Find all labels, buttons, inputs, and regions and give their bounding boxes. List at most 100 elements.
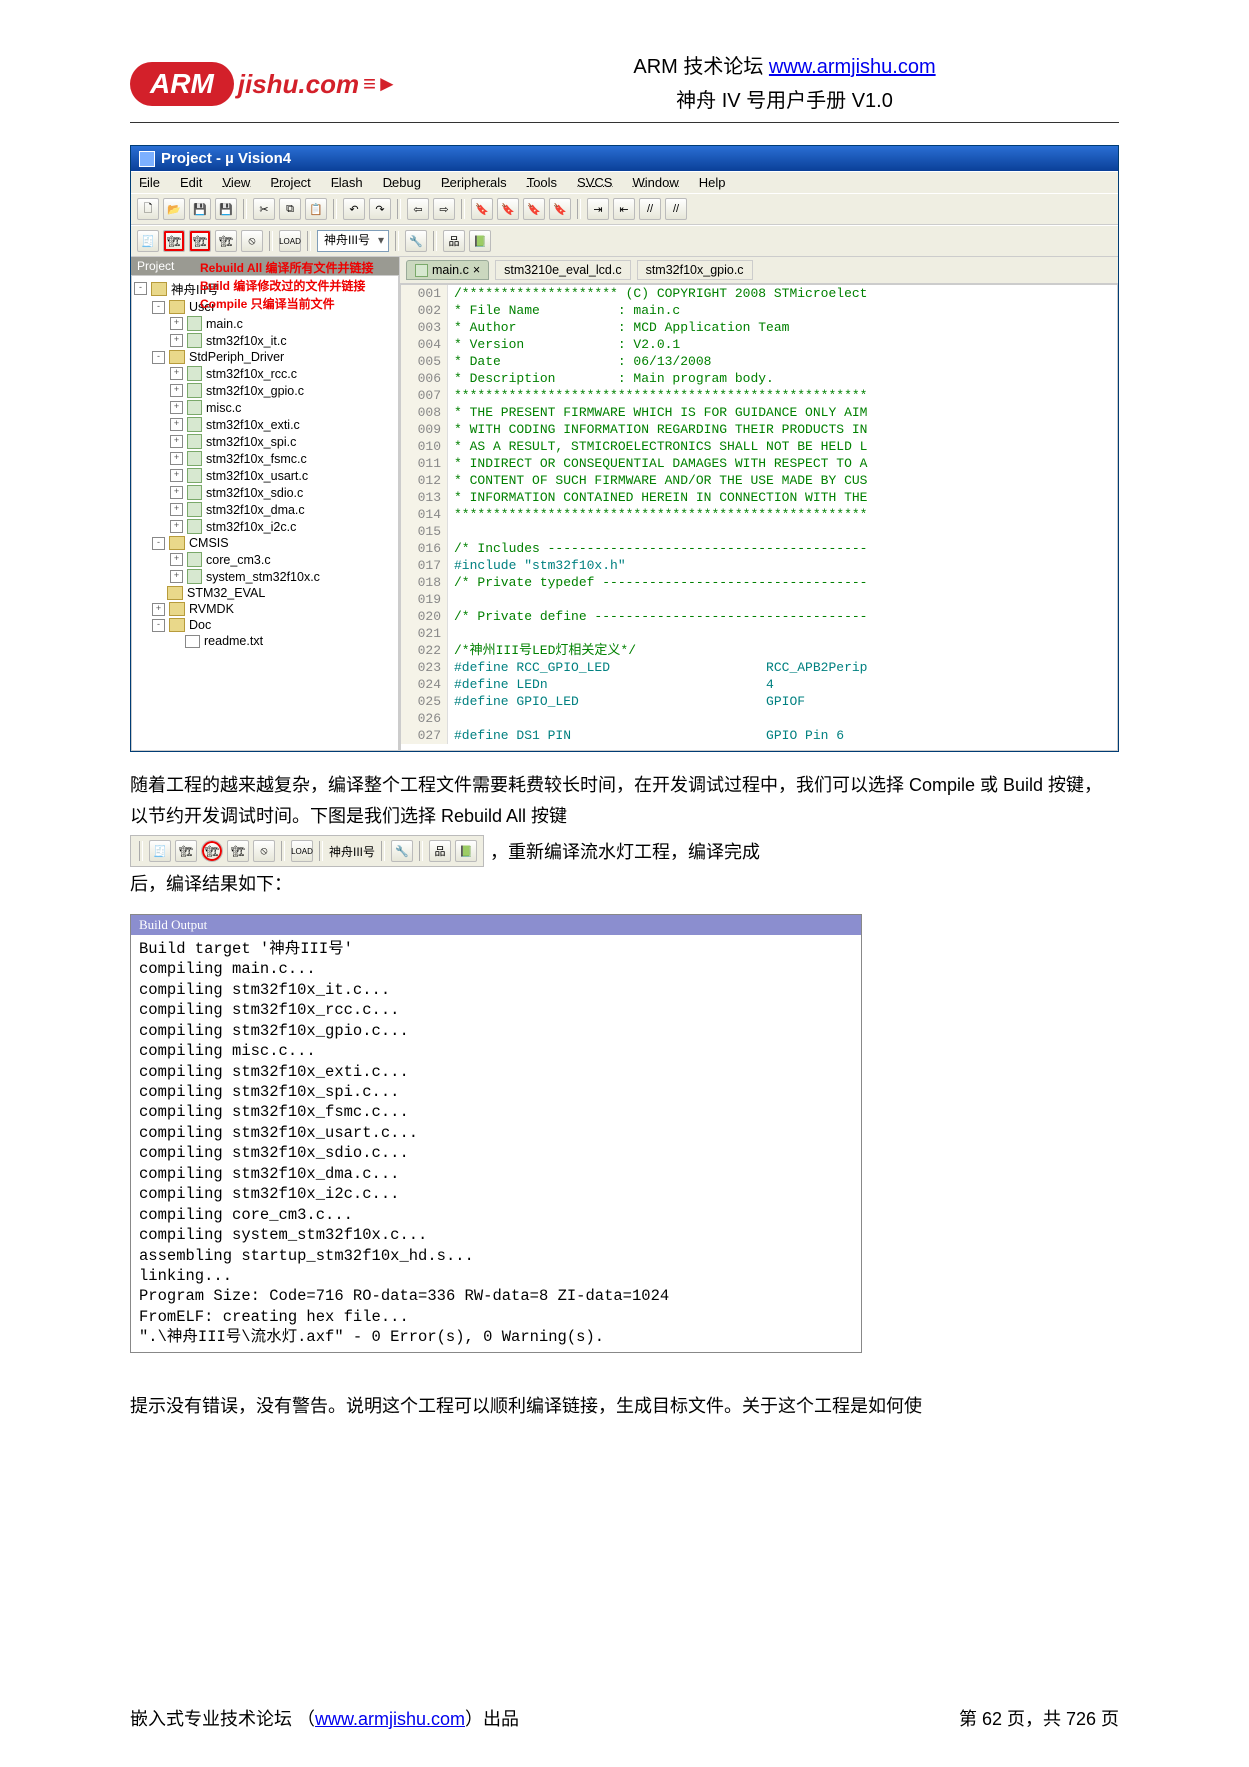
rebuild-all-button[interactable]: 🏗 bbox=[189, 230, 211, 252]
tree-node[interactable]: +stm32f10x_gpio.c bbox=[134, 382, 398, 399]
menu-peripherals[interactable]: Peripherals bbox=[441, 175, 507, 190]
editor-line[interactable]: 017#include "stm32f10x.h" bbox=[401, 557, 1117, 574]
uncomment-icon[interactable]: // bbox=[665, 198, 687, 220]
redo-icon[interactable]: ↷ bbox=[369, 198, 391, 220]
tree-node[interactable]: +stm32f10x_sdio.c bbox=[134, 484, 398, 501]
bookmark-next-icon[interactable]: 🔖 bbox=[497, 198, 519, 220]
expand-icon[interactable]: + bbox=[170, 317, 183, 330]
expand-icon[interactable]: + bbox=[170, 486, 183, 499]
rebuild-all-button[interactable]: 🏗 bbox=[201, 840, 223, 862]
tree-node[interactable]: readme.txt bbox=[134, 633, 398, 649]
comment-icon[interactable]: // bbox=[639, 198, 661, 220]
tree-node[interactable]: +core_cm3.c bbox=[134, 551, 398, 568]
footer-link[interactable]: www.armjishu.com bbox=[315, 1709, 465, 1729]
tree-node[interactable]: +main.c bbox=[134, 315, 398, 332]
editor-line[interactable]: 016/* Includes -------------------------… bbox=[401, 540, 1117, 557]
expand-icon[interactable]: - bbox=[152, 619, 165, 632]
tree-node[interactable]: +stm32f10x_it.c bbox=[134, 332, 398, 349]
tree-node[interactable]: +stm32f10x_rcc.c bbox=[134, 365, 398, 382]
manage-books-icon[interactable]: 📗 bbox=[469, 230, 491, 252]
tree-node[interactable]: +RVMDK bbox=[134, 601, 398, 617]
target-combo[interactable]: 神舟III号 bbox=[329, 843, 375, 860]
expand-icon[interactable]: + bbox=[170, 401, 183, 414]
build-button[interactable]: 🏗 bbox=[163, 230, 185, 252]
expand-icon[interactable]: + bbox=[170, 553, 183, 566]
tree-node[interactable]: +stm32f10x_dma.c bbox=[134, 501, 398, 518]
expand-icon[interactable]: + bbox=[170, 334, 183, 347]
close-icon[interactable]: × bbox=[473, 263, 480, 277]
code-editor[interactable]: 001/******************** (C) COPYRIGHT 2… bbox=[400, 284, 1118, 751]
editor-line[interactable]: 019 bbox=[401, 591, 1117, 608]
menu-edit[interactable]: Edit bbox=[180, 175, 202, 190]
expand-icon[interactable]: + bbox=[170, 435, 183, 448]
expand-icon[interactable]: + bbox=[170, 503, 183, 516]
outdent-icon[interactable]: ⇤ bbox=[613, 198, 635, 220]
stop-build-button[interactable]: ⦸ bbox=[253, 840, 275, 862]
tree-node[interactable]: +stm32f10x_exti.c bbox=[134, 416, 398, 433]
editor-line[interactable]: 021 bbox=[401, 625, 1117, 642]
batch-build-button[interactable]: 🏗 bbox=[227, 840, 249, 862]
editor-line[interactable]: 006* Description : Main program body. bbox=[401, 370, 1117, 387]
menu-tools[interactable]: Tools bbox=[527, 175, 557, 190]
save-all-icon[interactable]: 💾 bbox=[215, 198, 237, 220]
expand-icon[interactable]: + bbox=[170, 469, 183, 482]
manage-books-icon[interactable]: 📗 bbox=[455, 840, 477, 862]
options-icon[interactable]: 🔧 bbox=[391, 840, 413, 862]
indent-icon[interactable]: ⇥ bbox=[587, 198, 609, 220]
project-tree[interactable]: -神舟III号-User+main.c+stm32f10x_it.c-StdPe… bbox=[131, 275, 399, 751]
editor-line[interactable]: 004* Version : V2.0.1 bbox=[401, 336, 1117, 353]
compile-button[interactable]: 🧾 bbox=[137, 230, 159, 252]
open-icon[interactable]: 📂 bbox=[163, 198, 185, 220]
menu-help[interactable]: Help bbox=[699, 175, 726, 190]
editor-line[interactable]: 027#define DS1 PIN GPIO Pin 6 bbox=[401, 727, 1117, 744]
bookmark-prev-icon[interactable]: 🔖 bbox=[523, 198, 545, 220]
editor-line[interactable]: 020/* Private define -------------------… bbox=[401, 608, 1117, 625]
menu-window[interactable]: Window bbox=[632, 175, 678, 190]
expand-icon[interactable]: + bbox=[170, 384, 183, 397]
menu-flash[interactable]: Flash bbox=[331, 175, 363, 190]
editor-line[interactable]: 001/******************** (C) COPYRIGHT 2… bbox=[401, 285, 1117, 302]
tree-node[interactable]: +system_stm32f10x.c bbox=[134, 568, 398, 585]
expand-icon[interactable]: - bbox=[152, 301, 165, 314]
expand-icon[interactable]: + bbox=[170, 418, 183, 431]
forum-link[interactable]: www.armjishu.com bbox=[769, 56, 936, 78]
editor-line[interactable]: 025#define GPIO_LED GPIOF bbox=[401, 693, 1117, 710]
menu-project[interactable]: Project bbox=[270, 175, 310, 190]
tree-node[interactable]: STM32_EVAL bbox=[134, 585, 398, 601]
editor-tab[interactable]: stm3210e_eval_lcd.c bbox=[495, 260, 630, 280]
expand-icon[interactable]: + bbox=[170, 367, 183, 380]
editor-line[interactable]: 026 bbox=[401, 710, 1117, 727]
manage-components-icon[interactable]: 品 bbox=[429, 840, 451, 862]
menu-view[interactable]: View bbox=[222, 175, 250, 190]
editor-line[interactable]: 010* AS A RESULT, STMICROELECTRONICS SHA… bbox=[401, 438, 1117, 455]
undo-icon[interactable]: ↶ bbox=[343, 198, 365, 220]
editor-line[interactable]: 003* Author : MCD Application Team bbox=[401, 319, 1117, 336]
editor-line[interactable]: 013* INFORMATION CONTAINED HEREIN IN CON… bbox=[401, 489, 1117, 506]
editor-line[interactable]: 002* File Name : main.c bbox=[401, 302, 1117, 319]
expand-icon[interactable]: - bbox=[152, 351, 165, 364]
paste-icon[interactable]: 📋 bbox=[305, 198, 327, 220]
menu-svcs[interactable]: SVCS bbox=[577, 175, 612, 190]
editor-line[interactable]: 024#define LEDn 4 bbox=[401, 676, 1117, 693]
batch-build-button[interactable]: 🏗 bbox=[215, 230, 237, 252]
tree-node[interactable]: +stm32f10x_usart.c bbox=[134, 467, 398, 484]
tree-node[interactable]: +stm32f10x_i2c.c bbox=[134, 518, 398, 535]
build-button[interactable]: 🏗 bbox=[175, 840, 197, 862]
save-icon[interactable]: 💾 bbox=[189, 198, 211, 220]
bookmark-clear-icon[interactable]: 🔖 bbox=[549, 198, 571, 220]
tree-node[interactable]: +misc.c bbox=[134, 399, 398, 416]
editor-line[interactable]: 022/*神州III号LED灯相关定义*/ bbox=[401, 642, 1117, 659]
editor-line[interactable]: 009* WITH CODING INFORMATION REGARDING T… bbox=[401, 421, 1117, 438]
menu-debug[interactable]: Debug bbox=[383, 175, 421, 190]
copy-icon[interactable]: ⧉ bbox=[279, 198, 301, 220]
editor-line[interactable]: 011* INDIRECT OR CONSEQUENTIAL DAMAGES W… bbox=[401, 455, 1117, 472]
expand-icon[interactable]: + bbox=[152, 603, 165, 616]
download-icon[interactable]: LOAD bbox=[279, 230, 301, 252]
editor-line[interactable]: 012* CONTENT OF SUCH FIRMWARE AND/OR THE… bbox=[401, 472, 1117, 489]
tree-node[interactable]: -StdPeriph_Driver bbox=[134, 349, 398, 365]
expand-icon[interactable]: - bbox=[134, 282, 147, 295]
editor-line[interactable]: 007*************************************… bbox=[401, 387, 1117, 404]
tree-node[interactable]: -CMSIS bbox=[134, 535, 398, 551]
window-titlebar[interactable]: Project - µ Vision4 bbox=[131, 146, 1118, 171]
tree-node[interactable]: +stm32f10x_spi.c bbox=[134, 433, 398, 450]
